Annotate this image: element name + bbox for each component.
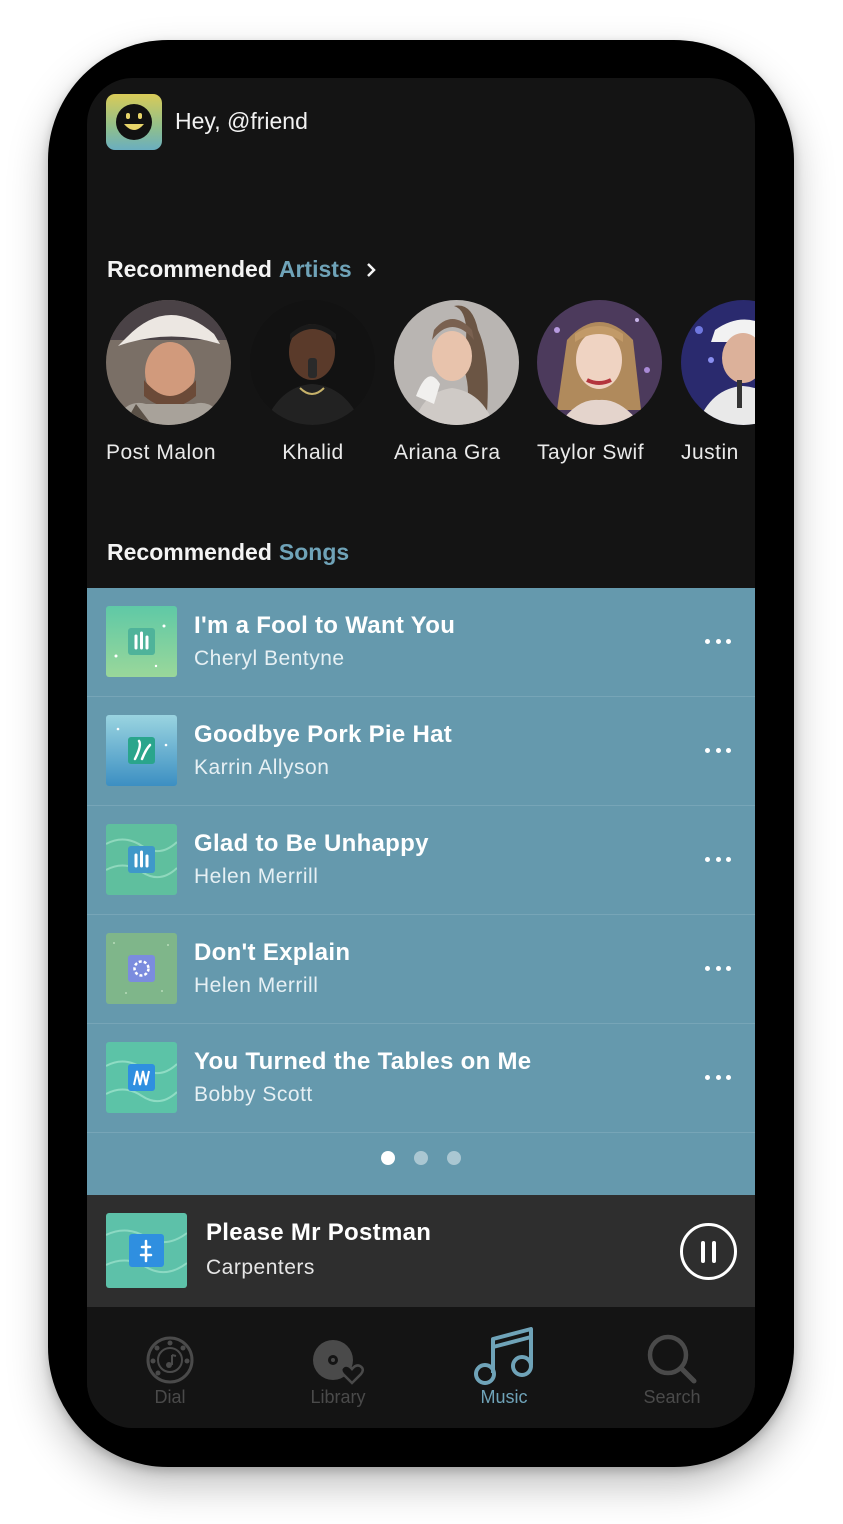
- song-artwork: [106, 606, 177, 677]
- now-playing-artwork: [106, 1213, 187, 1288]
- song-row[interactable]: I'm a Fool to Want You Cheryl Bentyne: [87, 588, 755, 697]
- app-screen: Hey, @friend Recommended Artists Post Ma…: [87, 78, 755, 1428]
- artist-card[interactable]: Khalid: [250, 300, 376, 465]
- artist-name: Taylor Swif: [537, 441, 645, 464]
- song-artist: Bobby Scott: [194, 1083, 313, 1106]
- artist-card[interactable]: Justin: [681, 300, 755, 465]
- song-artist: Helen Merrill: [194, 974, 319, 997]
- artist-card[interactable]: Post Malon: [106, 300, 232, 465]
- tab-label: Music: [480, 1387, 528, 1407]
- more-options-icon[interactable]: [705, 958, 731, 978]
- artist-name: Post Malon: [106, 441, 217, 464]
- search-icon: [617, 1329, 727, 1385]
- artist-name: Ariana Gra: [394, 441, 501, 464]
- songs-panel: I'm a Fool to Want You Cheryl Bentyne Go…: [87, 588, 755, 1195]
- heading-prefix: Recommended: [107, 256, 272, 282]
- avatar[interactable]: [106, 93, 162, 150]
- greeting-text: Hey, @friend: [175, 108, 308, 134]
- song-artist: Cheryl Bentyne: [194, 647, 345, 670]
- tab-bar: Dial Library Music Search: [87, 1307, 755, 1428]
- tab-label: Dial: [154, 1387, 186, 1407]
- tab-library[interactable]: Library: [283, 1329, 393, 1408]
- more-options-icon[interactable]: [705, 1067, 731, 1087]
- recommended-songs-heading: Recommended Songs: [107, 539, 349, 566]
- song-title: Don't Explain: [194, 939, 351, 966]
- tab-search[interactable]: Search: [617, 1329, 727, 1408]
- song-artwork: [106, 715, 177, 786]
- now-playing-artist: Carpenters: [206, 1256, 315, 1279]
- song-title: Goodbye Pork Pie Hat: [194, 721, 453, 748]
- artist-photo: [681, 300, 755, 425]
- page-dot[interactable]: [381, 1151, 395, 1165]
- now-playing-title: Please Mr Postman: [206, 1219, 432, 1246]
- page-dot[interactable]: [414, 1151, 428, 1165]
- song-row[interactable]: Glad to Be Unhappy Helen Merrill: [87, 806, 755, 915]
- heading-prefix: Recommended: [107, 539, 272, 565]
- more-options-icon[interactable]: [705, 631, 731, 651]
- heading-accent: Songs: [278, 539, 350, 565]
- smiley-icon: [116, 103, 152, 140]
- tab-dial[interactable]: Dial: [115, 1329, 225, 1408]
- song-artwork: [106, 933, 177, 1004]
- artist-card[interactable]: Ariana Gra: [394, 300, 520, 465]
- song-title: I'm a Fool to Want You: [194, 612, 456, 639]
- artist-card[interactable]: Taylor Swif: [537, 300, 663, 465]
- tab-label: Search: [643, 1387, 701, 1407]
- song-row[interactable]: Don't Explain Helen Merrill: [87, 915, 755, 1024]
- music-note-icon: [449, 1327, 559, 1385]
- pause-button[interactable]: [680, 1223, 737, 1280]
- song-title: Glad to Be Unhappy: [194, 830, 429, 857]
- header: Hey, @friend: [106, 93, 308, 150]
- song-artwork: [106, 824, 177, 895]
- more-options-icon[interactable]: [705, 849, 731, 869]
- heading-accent: Artists: [278, 256, 352, 282]
- artist-photo: [537, 300, 662, 425]
- song-row[interactable]: Goodbye Pork Pie Hat Karrin Allyson: [87, 697, 755, 806]
- song-artist: Helen Merrill: [194, 865, 319, 888]
- rotary-dial-icon: [115, 1329, 225, 1385]
- tab-label: Library: [310, 1387, 366, 1407]
- artist-photo: [250, 300, 375, 425]
- artist-name: Khalid: [282, 441, 344, 464]
- artist-photo: [394, 300, 519, 425]
- song-artwork: [106, 1042, 177, 1113]
- chevron-right-icon: [364, 262, 378, 277]
- song-row[interactable]: You Turned the Tables on Me Bobby Scott: [87, 1024, 755, 1133]
- disc-heart-icon: [283, 1329, 393, 1385]
- recommended-artists-heading[interactable]: Recommended Artists: [107, 256, 378, 283]
- artist-name: Justin: [681, 441, 739, 464]
- more-options-icon[interactable]: [705, 740, 731, 760]
- tab-music[interactable]: Music: [449, 1327, 559, 1408]
- now-playing-bar[interactable]: Please Mr Postman Carpenters: [87, 1195, 755, 1307]
- artists-carousel[interactable]: Post Malon Khalid Ariana Gra Taylor Swif…: [106, 300, 755, 470]
- song-title: You Turned the Tables on Me: [194, 1048, 532, 1075]
- page-indicator[interactable]: [87, 1151, 755, 1165]
- song-artist: Karrin Allyson: [194, 756, 330, 779]
- artist-photo: [106, 300, 231, 425]
- page-dot[interactable]: [447, 1151, 461, 1165]
